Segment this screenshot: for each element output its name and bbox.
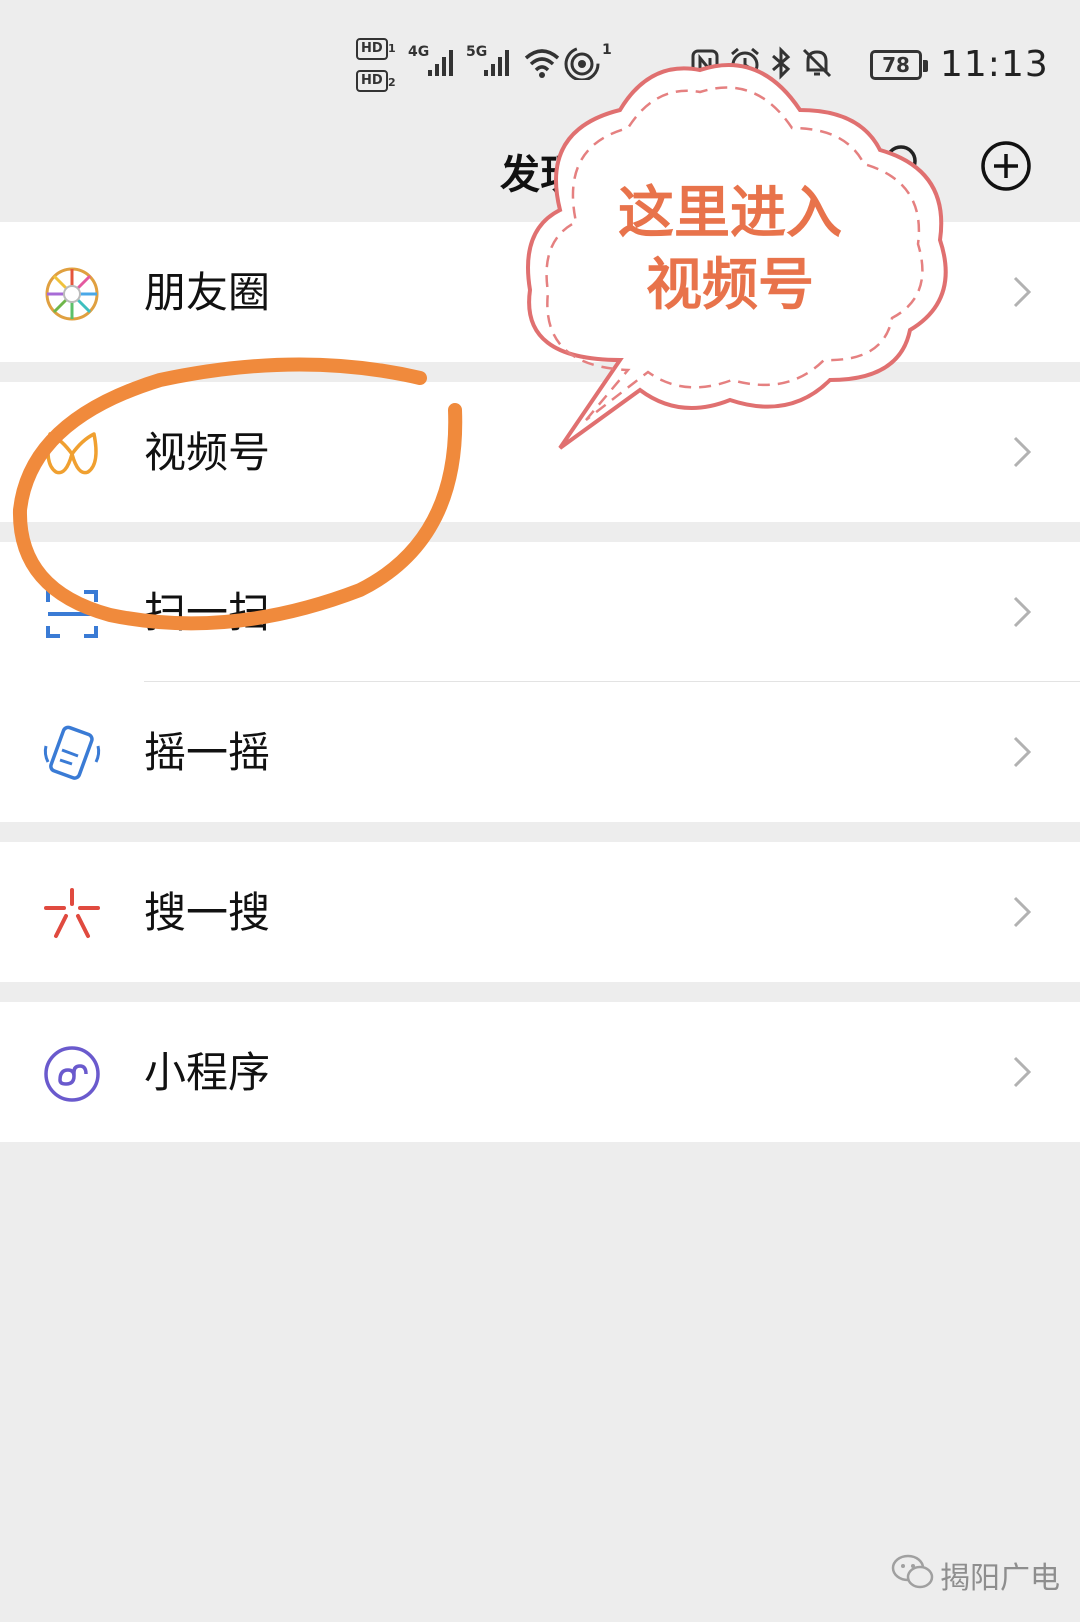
menu-item-scan[interactable]: 扫一扫 <box>0 542 1080 682</box>
chevron-right-icon <box>1013 1056 1032 1088</box>
add-icon[interactable] <box>980 140 1032 192</box>
signal-bars-icon-2 <box>484 50 509 76</box>
nfc-icon <box>691 49 719 79</box>
menu-group-scan-shake: 扫一扫 摇一摇 <box>0 542 1080 822</box>
hd-badge-2: HD <box>356 70 388 92</box>
menu-label-moments: 朋友圈 <box>144 268 271 317</box>
mini-program-icon <box>44 1046 100 1102</box>
menu-group-search: 搜一搜 <box>0 842 1080 982</box>
hotspot-icon <box>564 46 600 80</box>
menu-label-search: 搜一搜 <box>144 888 271 937</box>
menu-group-mini-programs: 小程序 <box>0 1002 1080 1142</box>
status-bar: HD 1 HD 2 4G 5G 1 78 11:13 <box>0 0 1080 120</box>
mute-bell-icon <box>802 48 832 78</box>
sim-2-label: 2 <box>388 76 396 89</box>
sim-1-label: 1 <box>388 42 396 55</box>
callout-line-2: 视频号 <box>646 253 814 318</box>
menu-item-mini-programs[interactable]: 小程序 <box>0 1002 1080 1142</box>
menu-label-channels: 视频号 <box>144 428 271 477</box>
search-spark-icon <box>44 888 100 938</box>
menu-label-scan: 扫一扫 <box>144 588 271 637</box>
chevron-right-icon <box>1013 896 1032 928</box>
watermark-text: 揭阳广电 <box>940 1561 1060 1596</box>
scan-icon <box>46 590 98 638</box>
navigation-header: 发现 <box>0 120 1080 230</box>
search-icon[interactable] <box>880 140 930 190</box>
callout-text: 这里进入 视频号 <box>580 178 880 322</box>
menu-group-moments: 朋友圈 <box>0 222 1080 362</box>
hotspot-count: 1 <box>602 42 612 58</box>
wechat-watermark-icon <box>891 1554 934 1589</box>
chevron-right-icon <box>1013 276 1032 308</box>
menu-item-shake[interactable]: 摇一摇 <box>0 682 1080 822</box>
hd-badge-1: HD <box>356 38 388 60</box>
moments-aperture-icon <box>45 267 99 321</box>
chevron-right-icon <box>1013 436 1032 468</box>
chevron-right-icon <box>1013 736 1032 768</box>
battery-indicator: 78 <box>870 50 928 80</box>
menu-label-shake: 摇一摇 <box>144 728 271 777</box>
alarm-icon <box>731 47 759 79</box>
menu-label-mini-programs: 小程序 <box>144 1048 271 1097</box>
chevron-right-icon <box>1013 596 1032 628</box>
shake-phone-icon <box>43 725 101 780</box>
channels-butterfly-icon <box>46 432 98 475</box>
callout-line-1: 这里进入 <box>618 181 842 246</box>
signal-bars-icon-1 <box>428 50 453 76</box>
menu-group-channels: 视频号 <box>0 382 1080 522</box>
menu-item-moments[interactable]: 朋友圈 <box>0 222 1080 362</box>
menu-item-search[interactable]: 搜一搜 <box>0 842 1080 982</box>
clock: 11:13 <box>940 44 1049 85</box>
wifi-icon <box>524 49 560 78</box>
menu-item-channels[interactable]: 视频号 <box>0 382 1080 522</box>
bluetooth-icon <box>772 46 791 80</box>
